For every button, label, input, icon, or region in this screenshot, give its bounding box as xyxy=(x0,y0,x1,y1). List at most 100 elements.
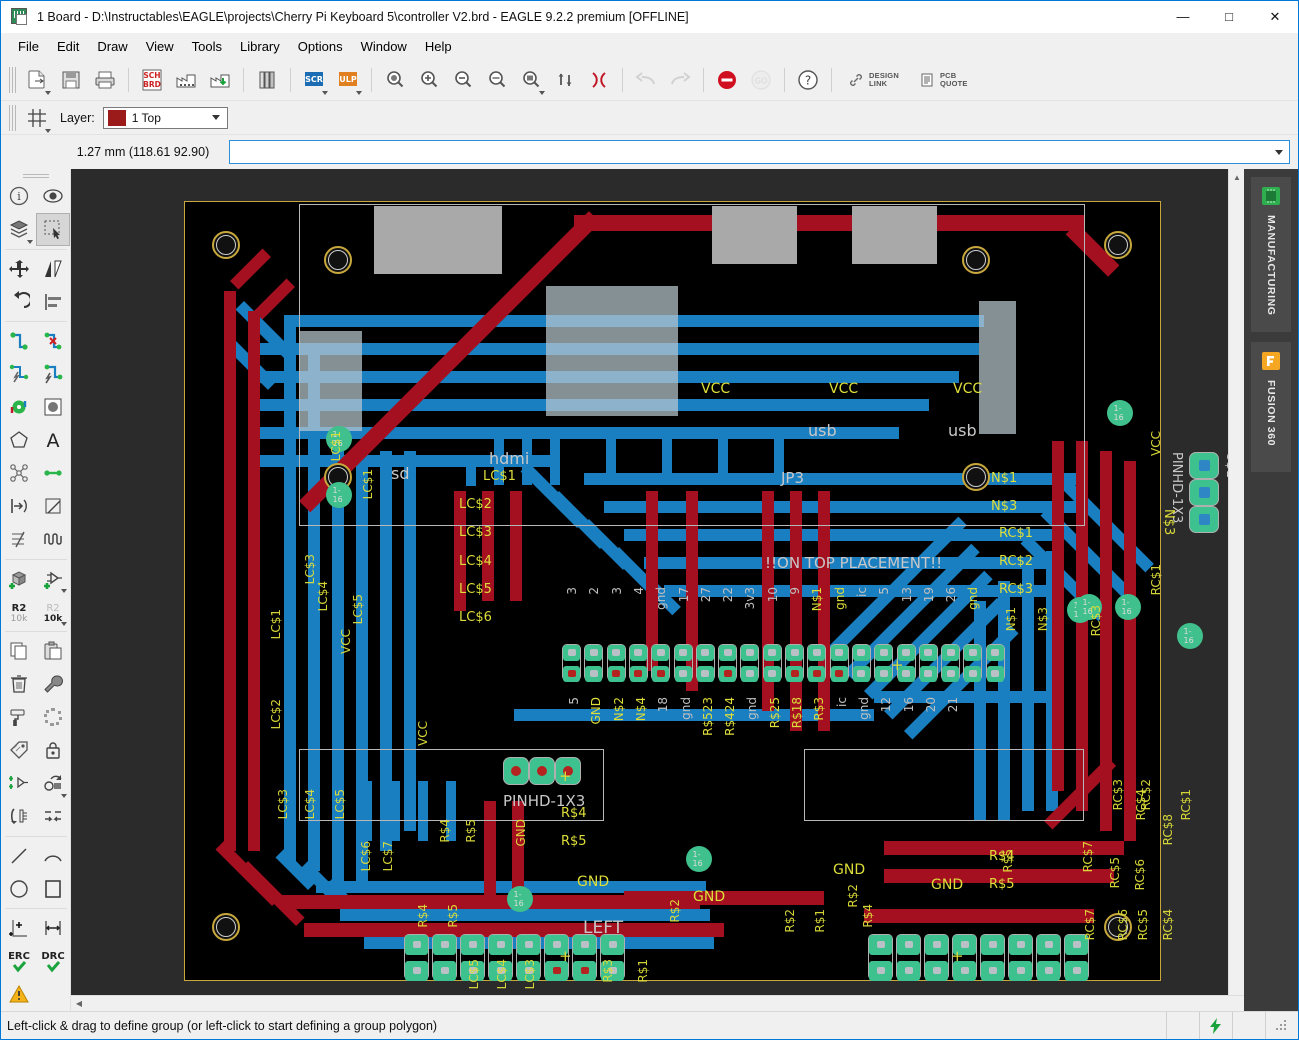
grid-settings-button[interactable] xyxy=(20,101,54,135)
canvas-vertical-scrollbar[interactable]: ▲ xyxy=(1228,169,1244,995)
canvas-horizontal-scrollbar[interactable]: ◀ xyxy=(71,995,1244,1011)
via[interactable]: 1-16 xyxy=(1076,594,1102,620)
zoom-redraw-button[interactable] xyxy=(480,63,514,97)
drc-tool[interactable]: DRC xyxy=(36,945,70,978)
menu-window[interactable]: Window xyxy=(352,36,416,57)
add-package-tool[interactable] xyxy=(2,562,36,595)
open-file-button[interactable] xyxy=(20,63,54,97)
print-button[interactable] xyxy=(88,63,122,97)
scroll-left-arrow[interactable]: ◀ xyxy=(71,996,87,1012)
signal-tool[interactable] xyxy=(36,457,70,490)
paint-tool[interactable] xyxy=(2,701,36,734)
status-bolt-indicator[interactable] xyxy=(1199,1012,1232,1039)
pinswap-tool[interactable] xyxy=(2,800,36,833)
design-link-button[interactable]: DESIGN LINK xyxy=(838,63,909,97)
cam-processor-button[interactable] xyxy=(169,63,203,97)
paste-tool[interactable] xyxy=(36,635,70,668)
info-tool[interactable]: i xyxy=(2,180,36,213)
text-tool[interactable]: A xyxy=(36,424,70,457)
group-tool[interactable] xyxy=(35,212,70,246)
command-line[interactable] xyxy=(229,140,1290,164)
via-tool[interactable] xyxy=(2,391,36,424)
miter-tool[interactable] xyxy=(36,490,70,523)
hole-tool[interactable] xyxy=(36,391,70,424)
help-button[interactable]: ? xyxy=(791,63,825,97)
status-resize-grip[interactable] xyxy=(1265,1012,1298,1039)
undo-button[interactable] xyxy=(629,63,663,97)
via[interactable]: 1-16 xyxy=(326,426,352,452)
meander-tool[interactable] xyxy=(36,523,70,556)
menu-view[interactable]: View xyxy=(137,36,183,57)
change-tool[interactable] xyxy=(2,523,36,556)
layer-toolbar-grip[interactable] xyxy=(9,104,16,131)
menu-library[interactable]: Library xyxy=(231,36,289,57)
script-button[interactable]: SCR xyxy=(297,63,331,97)
redo-button[interactable] xyxy=(663,63,697,97)
rotate-tool[interactable] xyxy=(2,285,36,318)
name-tool[interactable] xyxy=(2,490,36,523)
invoke-tool[interactable] xyxy=(2,767,36,800)
circle-tool[interactable] xyxy=(2,872,36,905)
via[interactable]: 1-16 xyxy=(686,846,712,872)
refresh-button[interactable] xyxy=(548,63,582,97)
delete-tool[interactable] xyxy=(2,668,36,701)
line-tool[interactable] xyxy=(2,839,36,872)
show-tool[interactable] xyxy=(36,180,70,213)
manufacturing-download-button[interactable] xyxy=(203,63,237,97)
menu-draw[interactable]: Draw xyxy=(88,36,136,57)
menu-help[interactable]: Help xyxy=(416,36,461,57)
maximize-button[interactable]: □ xyxy=(1206,1,1252,33)
zoom-fit-button[interactable] xyxy=(378,63,412,97)
align-tool[interactable] xyxy=(36,285,70,318)
stop-button[interactable] xyxy=(710,63,744,97)
library-button[interactable] xyxy=(250,63,284,97)
stop-ratsnest-button[interactable] xyxy=(582,63,616,97)
copy-tool[interactable] xyxy=(2,635,36,668)
erc-tool[interactable]: ERC xyxy=(2,945,36,978)
zoom-select-button[interactable] xyxy=(514,63,548,97)
arc-tool[interactable] xyxy=(36,839,70,872)
pcb-quote-button[interactable]: PCB QUOTE xyxy=(909,63,978,97)
via[interactable]: 1-16 xyxy=(1177,623,1203,649)
add-part-tool[interactable] xyxy=(36,562,70,595)
menu-edit[interactable]: Edit xyxy=(48,36,88,57)
move-tool[interactable] xyxy=(2,252,36,285)
zoom-out-button[interactable] xyxy=(446,63,480,97)
go-button[interactable]: GO xyxy=(744,63,778,97)
lock-tool[interactable] xyxy=(36,734,70,767)
ratsnest-tool[interactable] xyxy=(2,457,36,490)
via[interactable]: 1-16 xyxy=(1115,594,1141,620)
rect-tool[interactable] xyxy=(36,872,70,905)
minimize-button[interactable]: — xyxy=(1160,1,1206,33)
replace-tool[interactable] xyxy=(36,668,70,701)
mark-tool[interactable] xyxy=(2,912,36,945)
fanout-tool[interactable] xyxy=(36,358,70,391)
mirror-tool[interactable] xyxy=(36,252,70,285)
route-tool[interactable] xyxy=(2,325,36,358)
dimension-tool[interactable] xyxy=(36,912,70,945)
layer-select[interactable]: 1 Top xyxy=(102,106,228,129)
switch-sch-brd-button[interactable]: SCH BRD xyxy=(135,63,169,97)
via[interactable]: 1-16 xyxy=(326,482,352,508)
menu-file[interactable]: File xyxy=(9,36,48,57)
dimension-gap-tool[interactable] xyxy=(36,800,70,833)
polygon-tool[interactable] xyxy=(2,424,36,457)
value-tool[interactable]: R2 10k xyxy=(2,595,36,628)
menu-options[interactable]: Options xyxy=(289,36,352,57)
ulp-button[interactable]: ULP xyxy=(331,63,365,97)
errors-tool[interactable] xyxy=(2,978,36,1011)
toolbar-grip[interactable] xyxy=(9,66,16,93)
left-toolbar-grip[interactable] xyxy=(22,174,49,178)
menu-tools[interactable]: Tools xyxy=(183,36,231,57)
board-canvas[interactable]: 1-161-161-161-161-161-161-161-161-161-16… xyxy=(71,169,1244,995)
fusion360-panel[interactable]: FUSION 360 xyxy=(1251,342,1291,472)
autoroute-tool[interactable] xyxy=(2,358,36,391)
attribute-tool[interactable] xyxy=(2,734,36,767)
save-button[interactable] xyxy=(54,63,88,97)
via[interactable]: 1-16 xyxy=(1107,400,1133,426)
chevron-down-icon[interactable] xyxy=(1275,149,1283,155)
scroll-up-arrow[interactable]: ▲ xyxy=(1229,169,1244,185)
ripup-tool[interactable] xyxy=(36,325,70,358)
display-layers-tool[interactable] xyxy=(2,213,36,246)
manufacturing-panel[interactable]: MANUFACTURING xyxy=(1251,177,1291,332)
